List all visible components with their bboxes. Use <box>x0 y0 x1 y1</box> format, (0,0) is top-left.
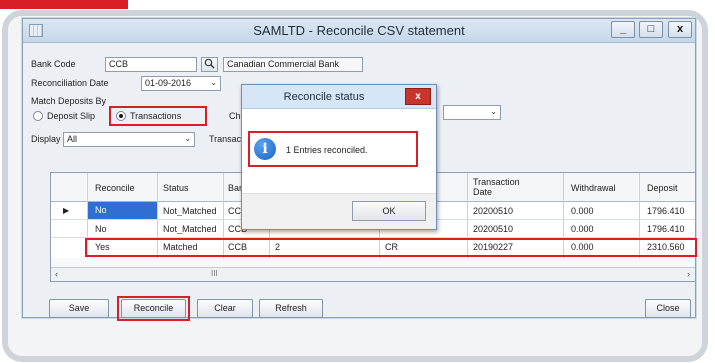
status-cell: Not_Matched <box>163 206 217 216</box>
deposit-slip-label[interactable]: Deposit Slip <box>47 111 95 121</box>
withdrawal-cell: 0.000 <box>571 206 594 216</box>
header-reconcile[interactable]: Reconcile <box>95 183 135 193</box>
screenshot-frame: SAMLTD - Reconcile CSV statement _ □ x B… <box>2 10 708 362</box>
display-label: Display <box>31 134 61 144</box>
withdrawal-cell: 0.000 <box>571 224 594 234</box>
reconcile-button[interactable]: Reconcile <box>121 299 186 318</box>
ok-button[interactable]: OK <box>352 201 426 221</box>
dialog-message: 1 Entries reconciled. <box>286 145 368 155</box>
match-deposits-label: Match Deposits By <box>31 96 107 106</box>
deposit-cell: 1796.410 <box>647 206 685 216</box>
check-dropdown[interactable]: ⌄ <box>443 105 501 120</box>
display-value: All <box>67 134 78 144</box>
chevron-down-icon: ⌄ <box>210 78 217 87</box>
recon-date-label: Reconciliation Date <box>31 78 109 88</box>
bank-code-input[interactable]: CCB <box>105 57 197 72</box>
transactions-radio[interactable] <box>116 111 126 121</box>
reconcile-status-dialog: Reconcile status x i 1 Entries reconcile… <box>241 84 437 230</box>
reconcile-cell[interactable]: No <box>88 202 157 219</box>
header-status[interactable]: Status <box>163 183 189 193</box>
title-bar[interactable]: SAMLTD - Reconcile CSV statement _ □ x <box>23 19 695 43</box>
bank-name-field: Canadian Commercial Bank <box>223 57 363 72</box>
red-corner-mark <box>0 0 128 9</box>
transactions-label[interactable]: Transactions <box>130 111 181 121</box>
date-cell: 20200510 <box>473 224 514 234</box>
refresh-button[interactable]: Refresh <box>259 299 323 318</box>
reconcile-cell[interactable]: No <box>95 224 107 234</box>
dialog-close-button[interactable]: x <box>405 88 431 105</box>
recon-date-value: 01-09-2016 <box>145 78 192 88</box>
dialog-title: Reconcile status <box>283 91 365 103</box>
search-bank-button[interactable] <box>201 57 218 72</box>
deposit-cell: 1796.410 <box>647 224 685 234</box>
date-cell: 20200510 <box>473 206 514 216</box>
scroll-left-icon[interactable]: ‹ <box>55 269 58 279</box>
header-transaction-date[interactable]: Transaction Date <box>473 177 533 197</box>
minimize-button[interactable]: _ <box>611 21 635 38</box>
display-dropdown[interactable]: All ⌄ <box>63 132 195 147</box>
info-icon: i <box>254 138 276 160</box>
scroll-grip[interactable]: III <box>211 269 218 278</box>
dialog-button-bar: OK <box>242 193 436 229</box>
clear-button[interactable]: Clear <box>197 299 253 318</box>
chevron-down-icon: ⌄ <box>490 107 497 116</box>
header-withdrawal[interactable]: Withdrawal <box>571 183 616 193</box>
maximize-button[interactable]: □ <box>639 21 663 38</box>
matched-row-highlight <box>85 238 697 257</box>
horizontal-scrollbar[interactable]: ‹ III › <box>51 267 695 281</box>
close-window-button[interactable]: x <box>668 21 692 38</box>
bank-code-label: Bank Code <box>31 59 76 69</box>
save-button[interactable]: Save <box>49 299 109 318</box>
window-title: SAMLTD - Reconcile CSV statement <box>253 23 465 38</box>
chevron-down-icon: ⌄ <box>184 134 191 143</box>
status-cell: Not_Matched <box>163 224 217 234</box>
header-deposit[interactable]: Deposit <box>647 183 678 193</box>
deposit-slip-radio[interactable] <box>33 111 43 121</box>
magnifier-icon <box>204 58 215 69</box>
close-button[interactable]: Close <box>645 299 691 318</box>
dialog-title-bar[interactable]: Reconcile status x <box>242 85 436 109</box>
current-row-arrow-icon: ▶ <box>63 206 70 215</box>
recon-date-picker[interactable]: 01-09-2016 ⌄ <box>141 76 221 91</box>
scroll-right-icon[interactable]: › <box>687 269 690 279</box>
